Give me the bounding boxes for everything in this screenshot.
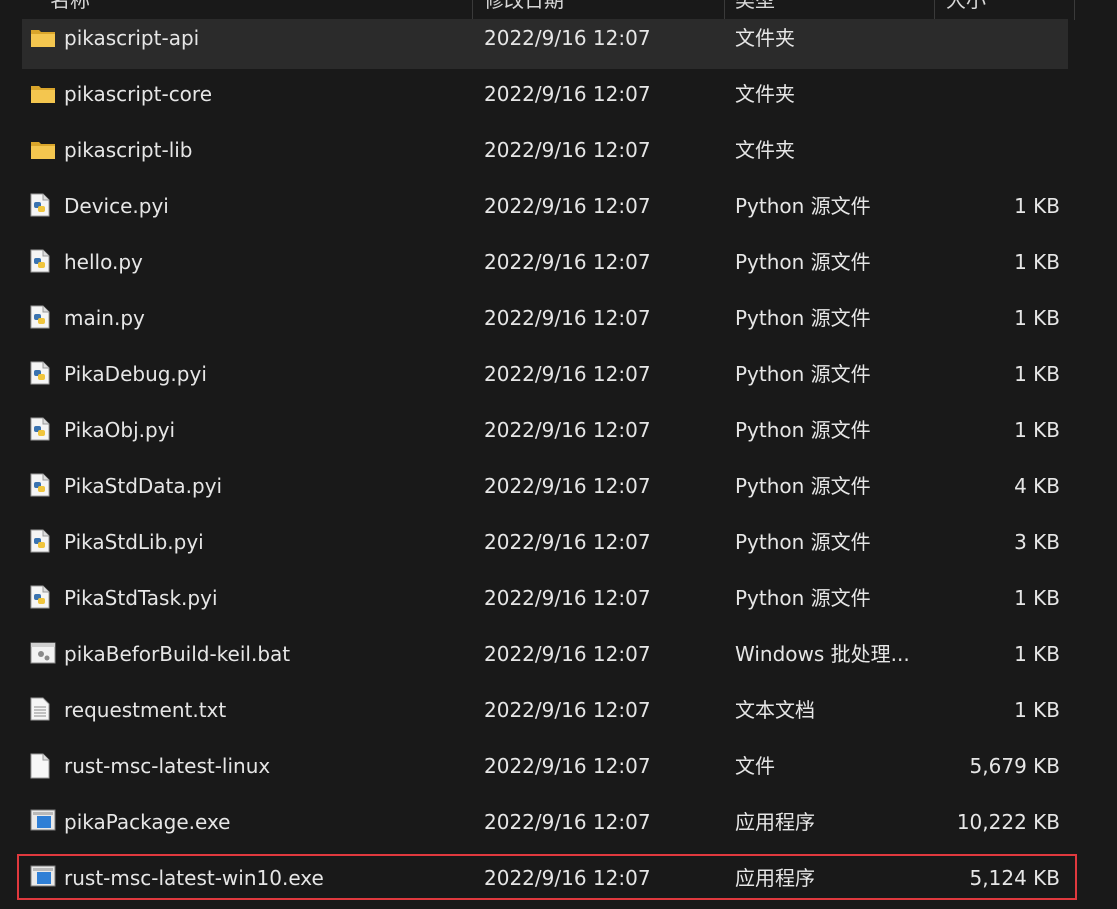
file-type: Python 源文件	[735, 250, 871, 274]
file-type: 应用程序	[735, 866, 815, 890]
file-row[interactable]: pikaPackage.exe 2022/9/16 12:07 应用程序 10,222…	[0, 794, 1117, 850]
column-date-header[interactable]: 修改日期	[484, 0, 564, 10]
file-name: PikaObj.pyi	[64, 418, 176, 442]
file-row[interactable]: pikascript-core 2022/9/16 12:07 文件夹	[0, 66, 1117, 122]
python-file-icon	[30, 249, 56, 275]
file-name: main.py	[64, 306, 145, 330]
file-name: PikaStdData.pyi	[64, 474, 223, 498]
file-date-modified: 2022/9/16 12:07	[484, 810, 651, 834]
file-size: 5,124 KB	[969, 866, 1060, 890]
python-file-icon	[30, 585, 56, 611]
python-file-icon	[30, 305, 56, 331]
file-type: Python 源文件	[735, 586, 871, 610]
file-date-modified: 2022/9/16 12:07	[484, 530, 651, 554]
python-file-icon	[30, 473, 56, 499]
file-date-modified: 2022/9/16 12:07	[484, 866, 651, 890]
file-name: pikascript-core	[64, 82, 213, 106]
file-date-modified: 2022/9/16 12:07	[484, 474, 651, 498]
file-type: 文本文档	[735, 698, 815, 722]
file-type: 文件夹	[735, 138, 795, 162]
file-type: Python 源文件	[735, 306, 871, 330]
file-date-modified: 2022/9/16 12:07	[484, 82, 651, 106]
python-file-icon	[30, 193, 56, 219]
file-size: 4 KB	[1014, 474, 1060, 498]
file-row[interactable]: PikaDebug.pyi 2022/9/16 12:07 Python 源文件 1 …	[0, 346, 1117, 402]
python-file-icon	[30, 529, 56, 555]
file-explorer: 名称 修改日期 类型 大小 pikascript-api 2022/9/16 12…	[0, 0, 1117, 909]
file-size: 1 KB	[1014, 586, 1060, 610]
file-name: Device.pyi	[64, 194, 169, 218]
file-row[interactable]: rust-msc-latest-win10.exe 2022/9/16 12:07…	[0, 850, 1117, 906]
file-row[interactable]: PikaStdTask.pyi 2022/9/16 12:07 Python 源文件…	[0, 570, 1117, 626]
file-name: PikaStdLib.pyi	[64, 530, 204, 554]
python-file-icon	[30, 361, 56, 387]
file-type: Python 源文件	[735, 474, 871, 498]
file-name: pikascript-api	[64, 26, 200, 50]
file-date-modified: 2022/9/16 12:07	[484, 138, 651, 162]
file-row[interactable]: requestment.txt 2022/9/16 12:07 文本文档 1 KB	[0, 682, 1117, 738]
file-size: 1 KB	[1014, 194, 1060, 218]
file-size: 1 KB	[1014, 362, 1060, 386]
text-file-icon	[30, 697, 56, 723]
file-date-modified: 2022/9/16 12:07	[484, 754, 651, 778]
file-name: hello.py	[64, 250, 143, 274]
file-row[interactable]: PikaStdData.pyi 2022/9/16 12:07 Python 源文件…	[0, 458, 1117, 514]
file-row[interactable]: rust-msc-latest-linux 2022/9/16 12:07 文件 5,…	[0, 738, 1117, 794]
file-name: pikaBeforBuild-keil.bat	[64, 642, 291, 666]
file-date-modified: 2022/9/16 12:07	[484, 642, 651, 666]
file-name: pikaPackage.exe	[64, 810, 231, 834]
file-name: requestment.txt	[64, 698, 227, 722]
file-name: PikaDebug.pyi	[64, 362, 207, 386]
column-type-header[interactable]: 类型	[735, 0, 775, 10]
file-size: 1 KB	[1014, 698, 1060, 722]
file-row[interactable]: hello.py 2022/9/16 12:07 Python 源文件 1 KB	[0, 234, 1117, 290]
file-list: pikascript-api 2022/9/16 12:07 文件夹 pikascri…	[0, 10, 1117, 906]
file-type: 文件	[735, 754, 775, 778]
file-size: 5,679 KB	[969, 754, 1060, 778]
file-row[interactable]: pikaBeforBuild-keil.bat 2022/9/16 12:07 Wi…	[0, 626, 1117, 682]
file-row[interactable]: Device.pyi 2022/9/16 12:07 Python 源文件 1 KB	[0, 178, 1117, 234]
file-size: 3 KB	[1014, 530, 1060, 554]
file-type: Python 源文件	[735, 362, 871, 386]
file-type: 应用程序	[735, 810, 815, 834]
python-file-icon	[30, 417, 56, 443]
file-row[interactable]: main.py 2022/9/16 12:07 Python 源文件 1 KB	[0, 290, 1117, 346]
file-date-modified: 2022/9/16 12:07	[484, 250, 651, 274]
blank-file-icon	[30, 753, 56, 779]
file-size: 1 KB	[1014, 250, 1060, 274]
file-size: 1 KB	[1014, 418, 1060, 442]
file-date-modified: 2022/9/16 12:07	[484, 362, 651, 386]
folder-icon	[30, 139, 56, 165]
file-row[interactable]: pikascript-api 2022/9/16 12:07 文件夹	[0, 10, 1117, 69]
file-row[interactable]: pikascript-lib 2022/9/16 12:07 文件夹	[0, 122, 1117, 178]
file-size: 1 KB	[1014, 306, 1060, 330]
file-date-modified: 2022/9/16 12:07	[484, 306, 651, 330]
file-name: pikascript-lib	[64, 138, 193, 162]
file-row[interactable]: PikaStdLib.pyi 2022/9/16 12:07 Python 源文件 3…	[0, 514, 1117, 570]
file-row[interactable]: PikaObj.pyi 2022/9/16 12:07 Python 源文件 1 KB	[0, 402, 1117, 458]
exe-file-icon	[30, 809, 56, 835]
file-date-modified: 2022/9/16 12:07	[484, 194, 651, 218]
file-name: rust-msc-latest-win10.exe	[64, 866, 324, 890]
file-date-modified: 2022/9/16 12:07	[484, 586, 651, 610]
file-type: 文件夹	[735, 26, 795, 50]
exe-file-icon	[30, 865, 56, 891]
folder-icon	[30, 83, 56, 109]
file-name: rust-msc-latest-linux	[64, 754, 271, 778]
file-name: PikaStdTask.pyi	[64, 586, 218, 610]
file-type: 文件夹	[735, 82, 795, 106]
column-size-header[interactable]: 大小	[946, 0, 986, 10]
folder-icon	[30, 27, 56, 53]
file-type: Python 源文件	[735, 194, 871, 218]
file-type: Python 源文件	[735, 418, 871, 442]
file-date-modified: 2022/9/16 12:07	[484, 698, 651, 722]
file-type: Python 源文件	[735, 530, 871, 554]
file-date-modified: 2022/9/16 12:07	[484, 26, 651, 50]
batch-file-icon	[30, 641, 56, 667]
file-type: Windows 批处理...	[735, 642, 910, 666]
file-size: 1 KB	[1014, 642, 1060, 666]
file-size: 10,222 KB	[956, 810, 1060, 834]
file-date-modified: 2022/9/16 12:07	[484, 418, 651, 442]
column-name-header[interactable]: 名称	[50, 0, 90, 10]
